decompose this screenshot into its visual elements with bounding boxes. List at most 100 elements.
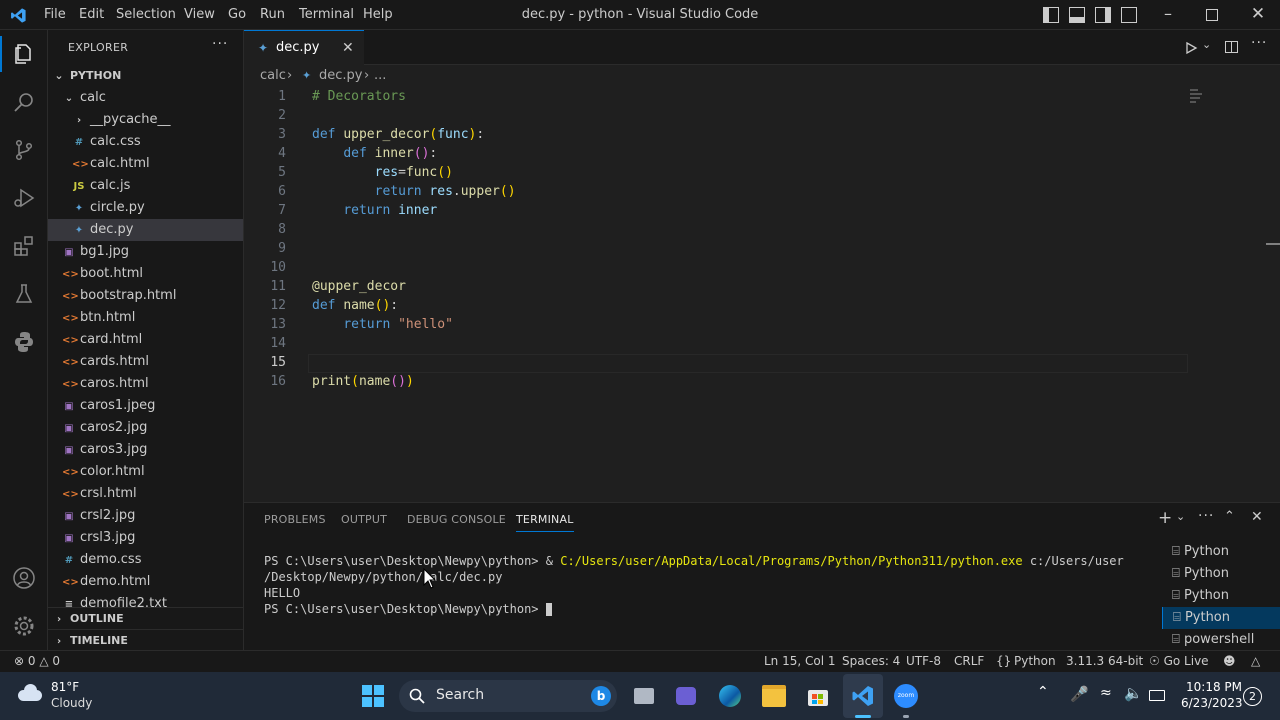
feedback-icon[interactable]: ☻ xyxy=(1223,651,1236,673)
python-interpreter[interactable]: 3.11.3 64-bit xyxy=(1066,651,1143,673)
taskbar-search-box[interactable]: Search b xyxy=(399,680,617,712)
notification-count-badge[interactable]: 2 xyxy=(1243,687,1262,706)
weather-description[interactable]: Cloudy xyxy=(51,696,92,710)
code-line[interactable]: def inner(): xyxy=(312,144,437,163)
end-of-line[interactable]: CRLF xyxy=(954,651,984,673)
code-editor[interactable]: 1 # Decorators 2 3 def upper_decor(func): 4 d… xyxy=(244,87,1280,501)
tab-dec-py[interactable]: ✦ dec.py ✕ xyxy=(244,30,364,65)
file-explorer-icon[interactable] xyxy=(758,680,790,712)
chevron-down-icon[interactable]: ⌄ xyxy=(1176,510,1185,523)
file-item[interactable]: › __pycache__ xyxy=(48,109,243,131)
menu-help[interactable]: Help xyxy=(361,0,395,30)
source-control-icon[interactable] xyxy=(0,126,48,174)
chevron-down-icon[interactable]: ⌄ xyxy=(1202,38,1211,51)
file-item[interactable]: <>color.html xyxy=(48,461,243,483)
microphone-icon[interactable]: 🎤 xyxy=(1070,685,1089,703)
panel-more-actions-icon[interactable]: ··· xyxy=(1198,508,1214,524)
run-debug-icon[interactable] xyxy=(0,174,48,222)
explorer-icon[interactable] xyxy=(0,30,48,78)
encoding[interactable]: UTF-8 xyxy=(906,651,941,673)
testing-icon[interactable] xyxy=(0,270,48,318)
file-item[interactable]: <>card.html xyxy=(48,329,243,351)
file-item[interactable]: # calc.css xyxy=(48,131,243,153)
terminal-instance[interactable]: ⌸ Python xyxy=(1162,585,1280,607)
clock-time[interactable]: 10:18 PM xyxy=(1186,680,1242,694)
terminal-instance[interactable]: ⌸ powershell xyxy=(1162,629,1280,651)
file-item[interactable]: ▣ caros2.jpg xyxy=(48,417,243,439)
close-window-icon[interactable]: ✕ xyxy=(1250,5,1266,23)
breadcrumb-file[interactable]: dec.py xyxy=(319,65,362,87)
code-line[interactable]: return "hello" xyxy=(312,315,453,334)
file-item[interactable]: ▣ crsl3.jpg xyxy=(48,527,243,549)
terminal-line-2[interactable]: /Desktop/Newpy/python/calc/dec.py xyxy=(264,569,502,585)
customize-layout-icon[interactable] xyxy=(1121,7,1137,23)
timeline-section[interactable]: › TIMELINE xyxy=(48,629,243,650)
wifi-icon[interactable]: ≈ xyxy=(1100,685,1112,701)
file-item[interactable]: ▣ caros1.jpeg xyxy=(48,395,243,417)
python-icon[interactable] xyxy=(0,318,48,366)
terminal-instance[interactable]: ⌸ Python xyxy=(1162,607,1280,629)
file-item[interactable]: ≡ demofile2.txt xyxy=(48,593,243,615)
file-item[interactable]: <>demo.html xyxy=(48,571,243,593)
file-item[interactable]: <>caros.html xyxy=(48,373,243,395)
file-item[interactable]: ▣ crsl2.jpg xyxy=(48,505,243,527)
code-line[interactable]: res=func() xyxy=(312,163,453,182)
search-icon[interactable] xyxy=(0,78,48,126)
terminal-line-3[interactable]: HELLO xyxy=(264,585,300,601)
toggle-panel-icon[interactable] xyxy=(1069,7,1085,23)
file-item[interactable]: ▣ bg1.jpg xyxy=(48,241,243,263)
language-mode[interactable]: Python xyxy=(1014,651,1056,673)
file-item[interactable]: # demo.css xyxy=(48,549,243,571)
cursor-position[interactable]: Ln 15, Col 1 xyxy=(764,651,836,673)
edge-browser-icon[interactable] xyxy=(714,680,746,712)
terminal-line-1[interactable]: PS C:\Users\user\Desktop\Newpy\python> &… xyxy=(264,553,1124,569)
volume-icon[interactable]: 🔈 xyxy=(1124,684,1143,702)
menu-edit[interactable]: Edit xyxy=(77,0,106,30)
new-terminal-plus-icon[interactable]: + xyxy=(1158,508,1172,528)
tab-output[interactable]: OUTPUT xyxy=(341,513,387,526)
problems-status[interactable]: ⊗ 0 △ 0 xyxy=(14,651,60,673)
terminal-line-4[interactable]: PS C:\Users\user\Desktop\Newpy\python> xyxy=(264,601,552,617)
code-line[interactable]: return inner xyxy=(312,201,437,220)
code-line[interactable]: @upper_decor xyxy=(312,277,406,296)
menu-terminal[interactable]: Terminal xyxy=(297,0,356,30)
file-item[interactable]: <>btn.html xyxy=(48,307,243,329)
menu-selection[interactable]: Selection xyxy=(114,0,178,30)
restore-icon[interactable] xyxy=(1206,9,1218,21)
code-line[interactable]: # Decorators xyxy=(312,87,406,106)
go-live-button[interactable]: ☉ Go Live xyxy=(1149,651,1209,673)
file-item[interactable]: ✦ circle.py xyxy=(48,197,243,219)
file-item[interactable]: <>crsl.html xyxy=(48,483,243,505)
menu-run[interactable]: Run xyxy=(258,0,287,30)
close-panel-icon[interactable]: ✕ xyxy=(1251,509,1263,525)
minimap[interactable] xyxy=(1190,89,1206,109)
menu-view[interactable]: View xyxy=(182,0,217,30)
indentation[interactable]: Spaces: 4 xyxy=(842,651,900,673)
file-item[interactable]: JS calc.js xyxy=(48,175,243,197)
code-line[interactable]: print(name()) xyxy=(312,372,414,391)
tab-debug-console[interactable]: DEBUG CONSOLE xyxy=(407,513,506,526)
manage-gear-icon[interactable] xyxy=(0,602,48,650)
breadcrumb-more[interactable]: ... xyxy=(374,65,386,87)
code-line[interactable]: def name(): xyxy=(312,296,398,315)
root-folder-python[interactable]: ⌄ PYTHON xyxy=(48,65,243,87)
extensions-icon[interactable] xyxy=(0,222,48,270)
editor-more-actions-icon[interactable]: ··· xyxy=(1251,35,1267,51)
windows-start-icon[interactable] xyxy=(357,680,389,712)
teams-chat-icon[interactable] xyxy=(670,680,702,712)
menu-go[interactable]: Go xyxy=(226,0,248,30)
file-item[interactable]: ✦ dec.py xyxy=(48,219,243,241)
tab-terminal[interactable]: TERMINAL xyxy=(516,513,574,532)
code-line[interactable]: return res.upper() xyxy=(312,182,516,201)
code-line[interactable]: def upper_decor(func): xyxy=(312,125,484,144)
file-item[interactable]: <>calc.html xyxy=(48,153,243,175)
accounts-icon[interactable] xyxy=(0,554,48,602)
split-editor-icon[interactable] xyxy=(1225,41,1238,53)
terminal-instance[interactable]: ⌸ Python xyxy=(1162,563,1280,585)
file-item[interactable]: <>boot.html xyxy=(48,263,243,285)
maximize-panel-icon[interactable]: ⌃ xyxy=(1224,509,1235,524)
file-item[interactable]: <>bootstrap.html xyxy=(48,285,243,307)
file-item[interactable]: ▣ caros3.jpg xyxy=(48,439,243,461)
menu-file[interactable]: File xyxy=(42,0,68,30)
battery-icon[interactable] xyxy=(1149,690,1165,701)
